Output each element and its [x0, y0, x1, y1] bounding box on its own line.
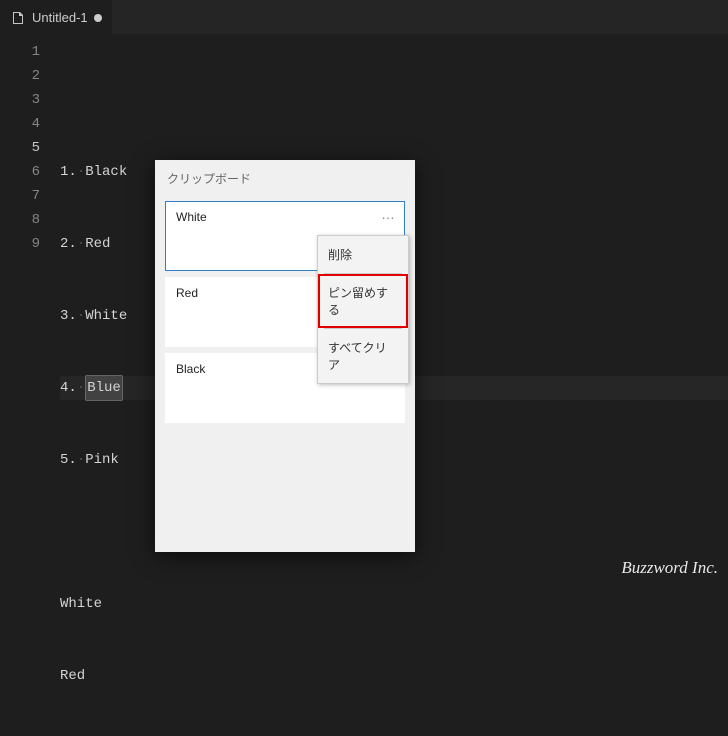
menu-item-pin[interactable]: ピン留めする — [318, 274, 408, 328]
clipboard-entry-text: White — [176, 210, 207, 224]
line-number: 6 — [0, 160, 60, 184]
code-line: Red — [60, 664, 728, 688]
caret-selection: Blue — [85, 375, 123, 401]
clipboard-entry-more-icon[interactable]: … — [381, 206, 396, 222]
tab-title: Untitled-1 — [32, 10, 88, 25]
line-number: 2 — [0, 64, 60, 88]
clipboard-context-menu: 削除 ピン留めする すべてクリア — [317, 235, 409, 384]
modified-indicator-icon — [94, 14, 102, 22]
line-number: 3 — [0, 88, 60, 112]
line-number: 8 — [0, 208, 60, 232]
watermark: Buzzword Inc. — [621, 558, 718, 578]
clipboard-entry-text: Black — [176, 362, 205, 376]
tab-untitled[interactable]: Untitled-1 — [0, 0, 112, 34]
line-number: 5 — [0, 136, 60, 160]
menu-item-clear-all[interactable]: すべてクリア — [318, 329, 408, 383]
line-number: 9 — [0, 232, 60, 256]
clipboard-panel-title: クリップボード — [155, 160, 415, 195]
clipboard-entry-text: Red — [176, 286, 198, 300]
code-line: White — [60, 592, 728, 616]
code-line — [60, 88, 728, 112]
menu-item-delete[interactable]: 削除 — [318, 236, 408, 273]
line-number: 4 — [0, 112, 60, 136]
line-number-gutter: 1 2 3 4 5 6 7 8 9 — [0, 34, 60, 584]
file-icon — [10, 10, 26, 26]
tab-bar: Untitled-1 — [0, 0, 728, 34]
line-number: 1 — [0, 40, 60, 64]
line-number: 7 — [0, 184, 60, 208]
